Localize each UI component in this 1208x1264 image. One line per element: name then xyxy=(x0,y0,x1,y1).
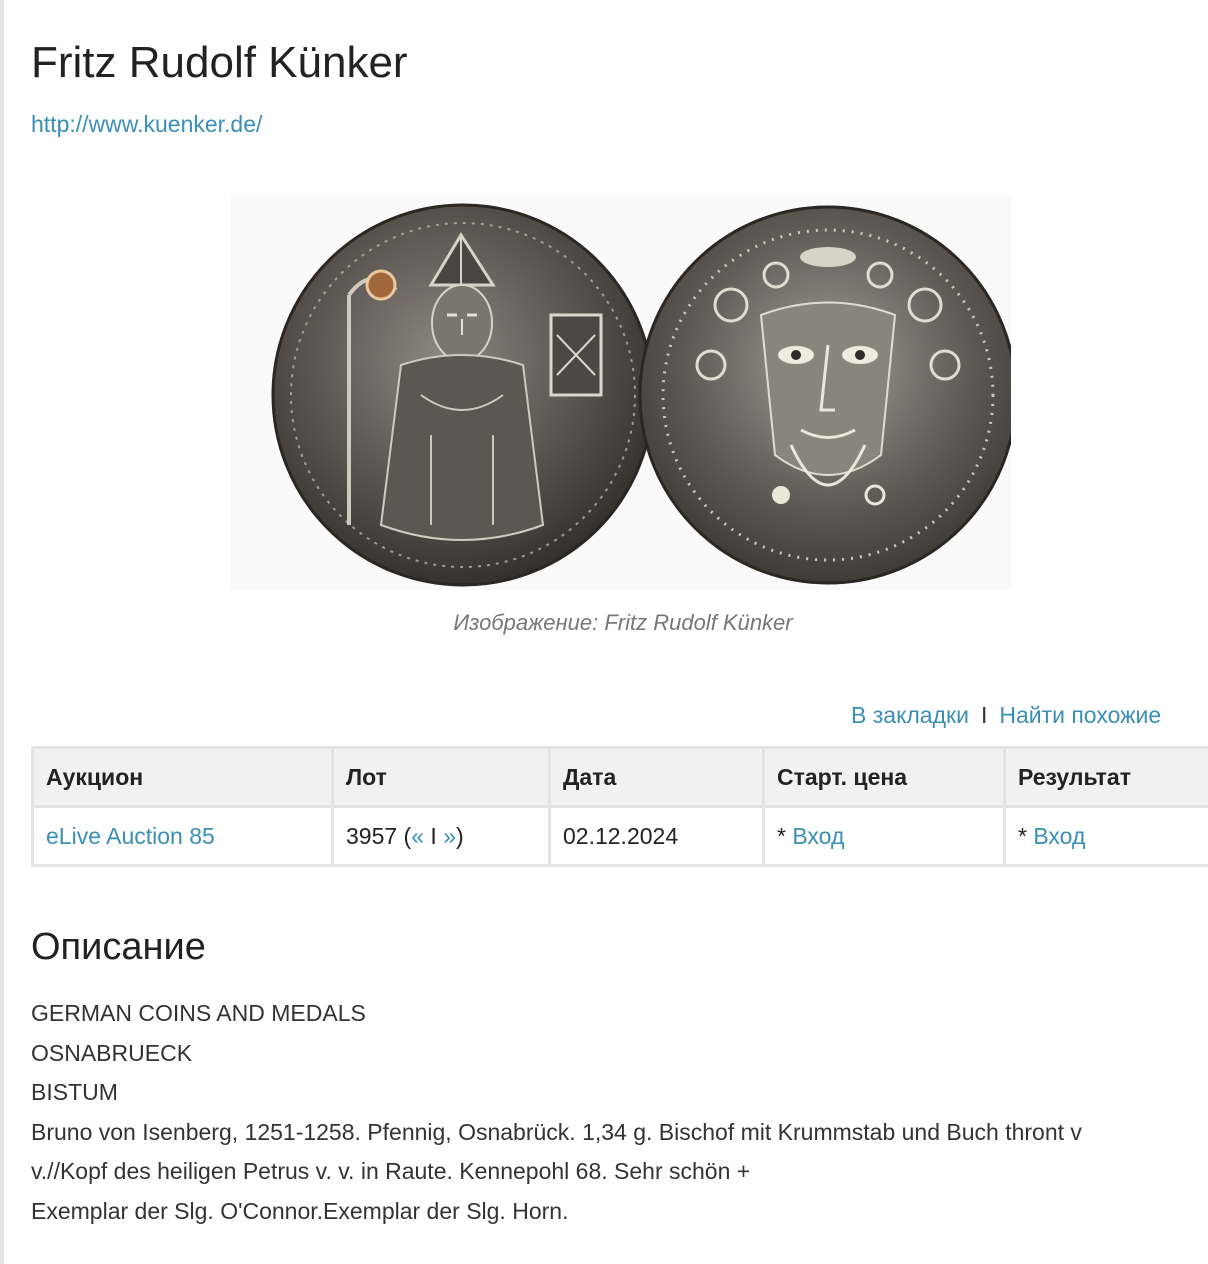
description-line: GERMAN COINS AND MEDALS xyxy=(31,1000,366,1026)
result-asterisk: * xyxy=(1018,822,1027,849)
column-header-result: Результат xyxy=(1003,746,1208,808)
lot-page: Fritz Rudolf Künker http://www.kuenker.d… xyxy=(31,0,1208,1264)
description-line: Bruno von Isenberg, 1251-1258. Pfennig, … xyxy=(31,1118,1082,1145)
coin-obverse-bishop-icon xyxy=(271,203,655,587)
image-caption: Изображение: Fritz Rudolf Künker xyxy=(453,610,793,635)
actions-separator: I xyxy=(980,702,988,728)
next-lot-link[interactable]: » xyxy=(443,823,456,849)
cell-date: 02.12.2024 xyxy=(548,805,765,867)
website-link[interactable]: http://www.kuenker.de/ xyxy=(31,111,262,138)
coin-image[interactable] xyxy=(231,195,1011,590)
description-line: v.//Kopf des heiligen Petrus v. v. in Ra… xyxy=(31,1158,751,1185)
description-text: GERMAN COINS AND MEDALS OSNABRUECK BISTU… xyxy=(31,994,1208,1232)
table-header-row: Аукцион Лот Дата Старт. цена Результат xyxy=(31,746,1208,808)
cell-result: * Вход xyxy=(1003,805,1208,867)
lot-table: Аукцион Лот Дата Старт. цена Результат e… xyxy=(31,746,1208,867)
description-line: Exemplar der Slg. O'Connor.Exemplar der … xyxy=(31,1197,569,1224)
table-row: eLive Auction 85 3957 (« I ») 02.12.2024… xyxy=(31,805,1208,867)
lot-actions: В закладки I Найти похожие xyxy=(851,702,1161,729)
column-header-date: Дата xyxy=(548,746,765,808)
coin-reverse-head-icon xyxy=(638,205,1011,585)
auction-link[interactable]: eLive Auction 85 xyxy=(46,823,215,849)
find-similar-link[interactable]: Найти похожие xyxy=(999,702,1161,728)
lot-number: 3957 xyxy=(346,822,398,849)
page-title: Fritz Rudolf Künker xyxy=(31,38,408,87)
bookmark-link[interactable]: В закладки xyxy=(851,702,969,728)
left-border xyxy=(0,0,4,1264)
column-header-lot: Лот xyxy=(331,746,551,808)
column-header-start-price: Старт. цена xyxy=(762,746,1006,808)
start-price-login-link[interactable]: Вход xyxy=(792,823,844,849)
result-login-link[interactable]: Вход xyxy=(1033,823,1085,849)
description-line: BISTUM xyxy=(31,1079,118,1106)
description-heading: Описание xyxy=(31,926,206,968)
previous-lot-link[interactable]: « xyxy=(411,823,424,849)
cell-lot: 3957 (« I ») xyxy=(331,805,551,867)
start-price-asterisk: * xyxy=(777,822,786,849)
description-line: OSNABRUECK xyxy=(31,1039,193,1066)
column-header-auction: Аукцион xyxy=(31,746,334,808)
cell-start-price: * Вход xyxy=(762,805,1006,867)
cell-auction: eLive Auction 85 xyxy=(31,805,334,867)
lot-nav-separator: I xyxy=(430,822,437,849)
